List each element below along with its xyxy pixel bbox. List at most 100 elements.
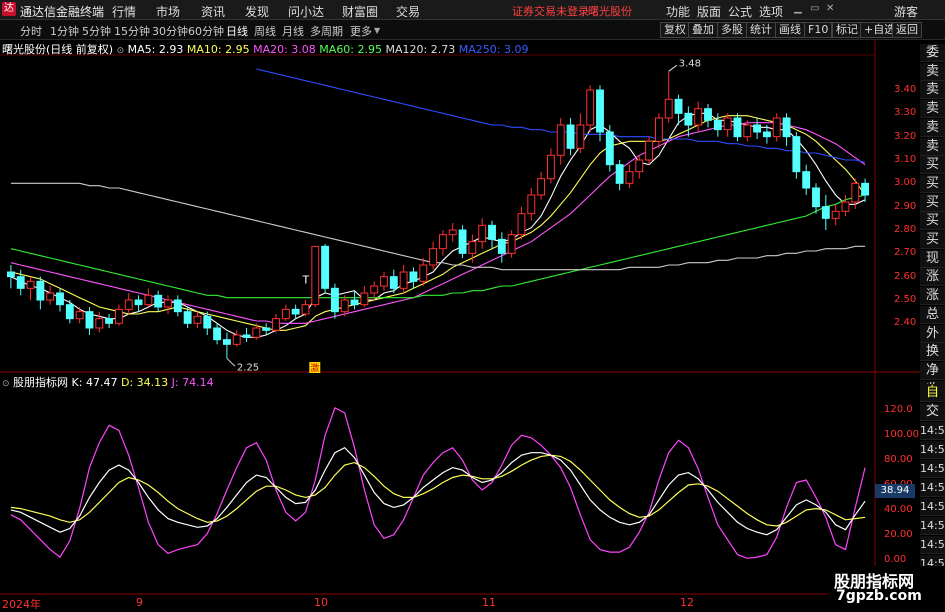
candle-body [704, 108, 712, 121]
side-item-14[interactable]: 总量 [920, 305, 945, 324]
ma-line-ma20 [10, 122, 866, 324]
candle-body [95, 318, 104, 329]
side-item-0[interactable]: 委比 [920, 44, 945, 62]
candle-body [812, 187, 820, 208]
candle-body [252, 327, 261, 338]
candle-body [596, 89, 604, 133]
candle-body [164, 299, 172, 308]
kdj-current-value-badge: 38.94 [875, 484, 915, 498]
side-item-16[interactable]: 换手 [920, 343, 945, 362]
x-axis-label: 11 [482, 596, 496, 609]
candle-body [26, 280, 35, 289]
candle-body [605, 131, 614, 166]
candle-body [114, 308, 123, 324]
side-item-4[interactable]: 卖二 [920, 118, 945, 137]
side-item-9[interactable]: 买四 [920, 212, 945, 231]
side-item-7[interactable]: 买二 [920, 174, 945, 193]
main-y-tick: 2.40 [894, 317, 917, 329]
side-bottom-item-5[interactable]: 14:56 [920, 479, 945, 497]
candle-body [753, 124, 762, 133]
high-price-label: 3.48 [679, 58, 701, 69]
side-item-17[interactable]: 净资 [920, 361, 945, 380]
ma-line-ma60 [10, 194, 866, 299]
candle-body [154, 294, 163, 308]
candle-body [65, 304, 74, 320]
side-item-15[interactable]: 外盘 [920, 324, 945, 343]
candle-body [232, 334, 241, 345]
candle-body [635, 159, 644, 173]
side-item-10[interactable]: 买五 [920, 231, 945, 249]
kdj-y-tick: 40.00 [884, 503, 913, 515]
main-y-tick: 3.40 [894, 84, 917, 95]
candle-body [527, 194, 536, 215]
candle-body [645, 140, 654, 161]
candle-body [448, 229, 457, 236]
low-pointer [226, 357, 236, 367]
candle-body [762, 131, 771, 138]
candle-body [831, 210, 840, 219]
candle-body [713, 119, 722, 131]
side-bottom-item-2[interactable]: 14:56 [920, 422, 945, 440]
candle-body [546, 154, 555, 180]
side-item-1[interactable]: 卖五 [920, 62, 945, 81]
candle-body [380, 276, 388, 287]
candle-body [497, 238, 506, 254]
side-item-12[interactable]: 涨跌 [920, 268, 945, 287]
candle-body [301, 304, 310, 315]
side-item-3[interactable]: 卖三 [920, 100, 945, 119]
candle-body [134, 299, 143, 306]
ji-marker: 激 [310, 362, 319, 374]
candle-body [124, 299, 133, 310]
candle-body [507, 234, 516, 254]
t-marker: T [301, 274, 309, 287]
side-item-13[interactable]: 涨幅 [920, 287, 945, 306]
x-axis-label: 9 [136, 596, 143, 609]
candle-body [321, 245, 330, 289]
candle-body [6, 271, 15, 278]
side-bottom-item-0[interactable]: 自动 [920, 384, 945, 402]
candle-body [262, 327, 271, 331]
high-pointer [668, 64, 678, 72]
main-y-tick: 2.50 [894, 294, 917, 305]
candle-body [625, 171, 634, 184]
ma-line-ma120 [10, 182, 866, 271]
candle-body [566, 124, 575, 149]
side-item-11[interactable]: 现价 [920, 249, 945, 268]
candle-body [654, 117, 663, 142]
candle-body [586, 89, 595, 126]
side-bottom-item-1[interactable]: 交易 [920, 403, 945, 421]
kdj-y-tick: 120.0 [884, 404, 913, 416]
candle-body [743, 124, 752, 138]
kdj-y-tick: 80.00 [884, 454, 913, 466]
side-item-6[interactable]: 买一 [920, 156, 945, 175]
side-bottom-item-4[interactable]: 14:56 [920, 460, 945, 478]
candle-body [16, 276, 25, 289]
side-item-8[interactable]: 买三 [920, 193, 945, 212]
candle-body [458, 229, 467, 254]
side-bottom-item-7[interactable]: 14:56 [920, 517, 945, 535]
candle-body [360, 292, 369, 306]
candle-body [615, 164, 624, 184]
main-y-tick: 2.80 [894, 224, 917, 235]
side-bottom-item-8[interactable]: 14:56 [920, 536, 945, 554]
chart-canvas[interactable]: 3.48 2.25 T 激 [0, 0, 920, 609]
candle-body [85, 311, 94, 329]
candle-body [340, 299, 349, 313]
candle-body [281, 308, 290, 320]
side-item-2[interactable]: 卖四 [920, 81, 945, 100]
candle-body [674, 98, 683, 114]
side-item-5[interactable]: 卖一 [920, 137, 945, 156]
main-y-tick: 2.90 [894, 200, 917, 212]
kdj-y-tick: 100.00 [884, 429, 919, 441]
candle-body [242, 334, 251, 338]
side-bottom-item-6[interactable]: 14:56 [920, 498, 945, 516]
candle-body [517, 213, 526, 236]
watermark: 股朋指标网 7gpzb.com [828, 566, 945, 609]
candle-body [851, 182, 860, 203]
side-bottom-item-3[interactable]: 14:56 [920, 441, 945, 459]
candle-body [556, 124, 565, 156]
candle-body [389, 276, 398, 289]
candle-body [733, 117, 742, 138]
x-axis-label: 10 [314, 596, 328, 609]
candle-body [792, 136, 801, 173]
